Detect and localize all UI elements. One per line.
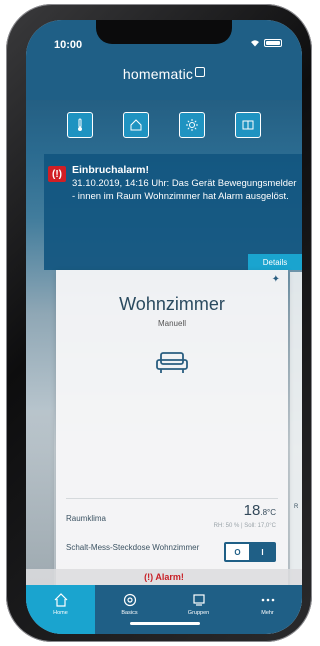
sun-button[interactable] [179,112,205,138]
thermometer-icon [78,118,82,131]
app-screen: 10:00 homematic (!) Einbruchalarm! 31.10… [26,20,302,634]
notch [96,20,232,44]
alarm-message: 31.10.2019, 14:16 Uhr: Das Gerät Bewegun… [72,178,297,202]
sun-icon [186,119,198,131]
alarm-badge-icon: (!) [48,166,66,182]
status-time: 10:00 [54,39,83,51]
alarm-title: Einbruchalarm! [72,164,150,176]
tab-groups[interactable]: Gruppen [164,585,233,634]
thermometer-button[interactable] [67,112,93,138]
tab-home[interactable]: Home [26,585,95,634]
room-card[interactable]: ✦ Wohnzimmer Manuell Raumklima 18.8°C RH… [56,270,288,590]
power-toggle[interactable]: O I [224,542,276,562]
toggle-off-option[interactable]: O [226,544,249,560]
room-name: Wohnzimmer [119,294,225,314]
shutter-icon [242,120,254,130]
alarm-notification[interactable]: (!) Einbruchalarm! 31.10.2019, 14:16 Uhr… [44,154,302,270]
phone-frame: 10:00 homematic (!) Einbruchalarm! 31.10… [6,4,312,642]
next-room-label: R [294,504,299,510]
app-logo: homematic [26,66,302,82]
shutter-button[interactable] [235,112,261,138]
alarm-bar[interactable]: (!) Alarm! [26,569,302,585]
more-icon [261,598,274,602]
tab-more-label: Mehr [261,610,274,616]
pin-icon[interactable]: ✦ [272,274,280,285]
climate-label: Raumklima [66,514,107,523]
toggle-on-option[interactable]: I [251,544,274,560]
home-icon [54,593,67,607]
card-divider [66,498,278,499]
tab-basics-label: Basics [121,610,138,616]
groups-icon [192,594,205,606]
climate-detail: RH: 50 % | Soll: 17,0°C [213,523,276,529]
tab-groups-label: Gruppen [187,610,210,616]
tab-more[interactable]: Mehr [233,585,302,634]
house-icon [130,119,142,131]
next-room-card[interactable]: R [290,272,302,590]
details-button[interactable]: Details [248,254,302,270]
tab-basics[interactable]: Basics [95,585,164,634]
wifi-icon [250,39,260,47]
house-button[interactable] [123,112,149,138]
battery-icon [264,39,282,47]
tab-home-label: Home [53,610,68,616]
logo-mark-icon [195,67,206,77]
tab-bar: Home Basics Gruppen Mehr [26,585,302,634]
temperature-number: 18 [243,502,261,519]
quick-actions [26,112,302,152]
app-header: homematic [26,56,302,100]
app-title: homematic [122,66,194,82]
basics-icon [123,593,136,607]
sofa-icon [156,352,188,373]
room-mode: Manuell [157,319,186,328]
home-indicator [130,622,200,625]
switch-label: Schalt-Mess-Steckdose Wohnzimmer [66,543,200,552]
status-icons [250,39,282,47]
temperature-value: 18.8°C [244,502,276,519]
temperature-unit: .8°C [260,508,276,517]
